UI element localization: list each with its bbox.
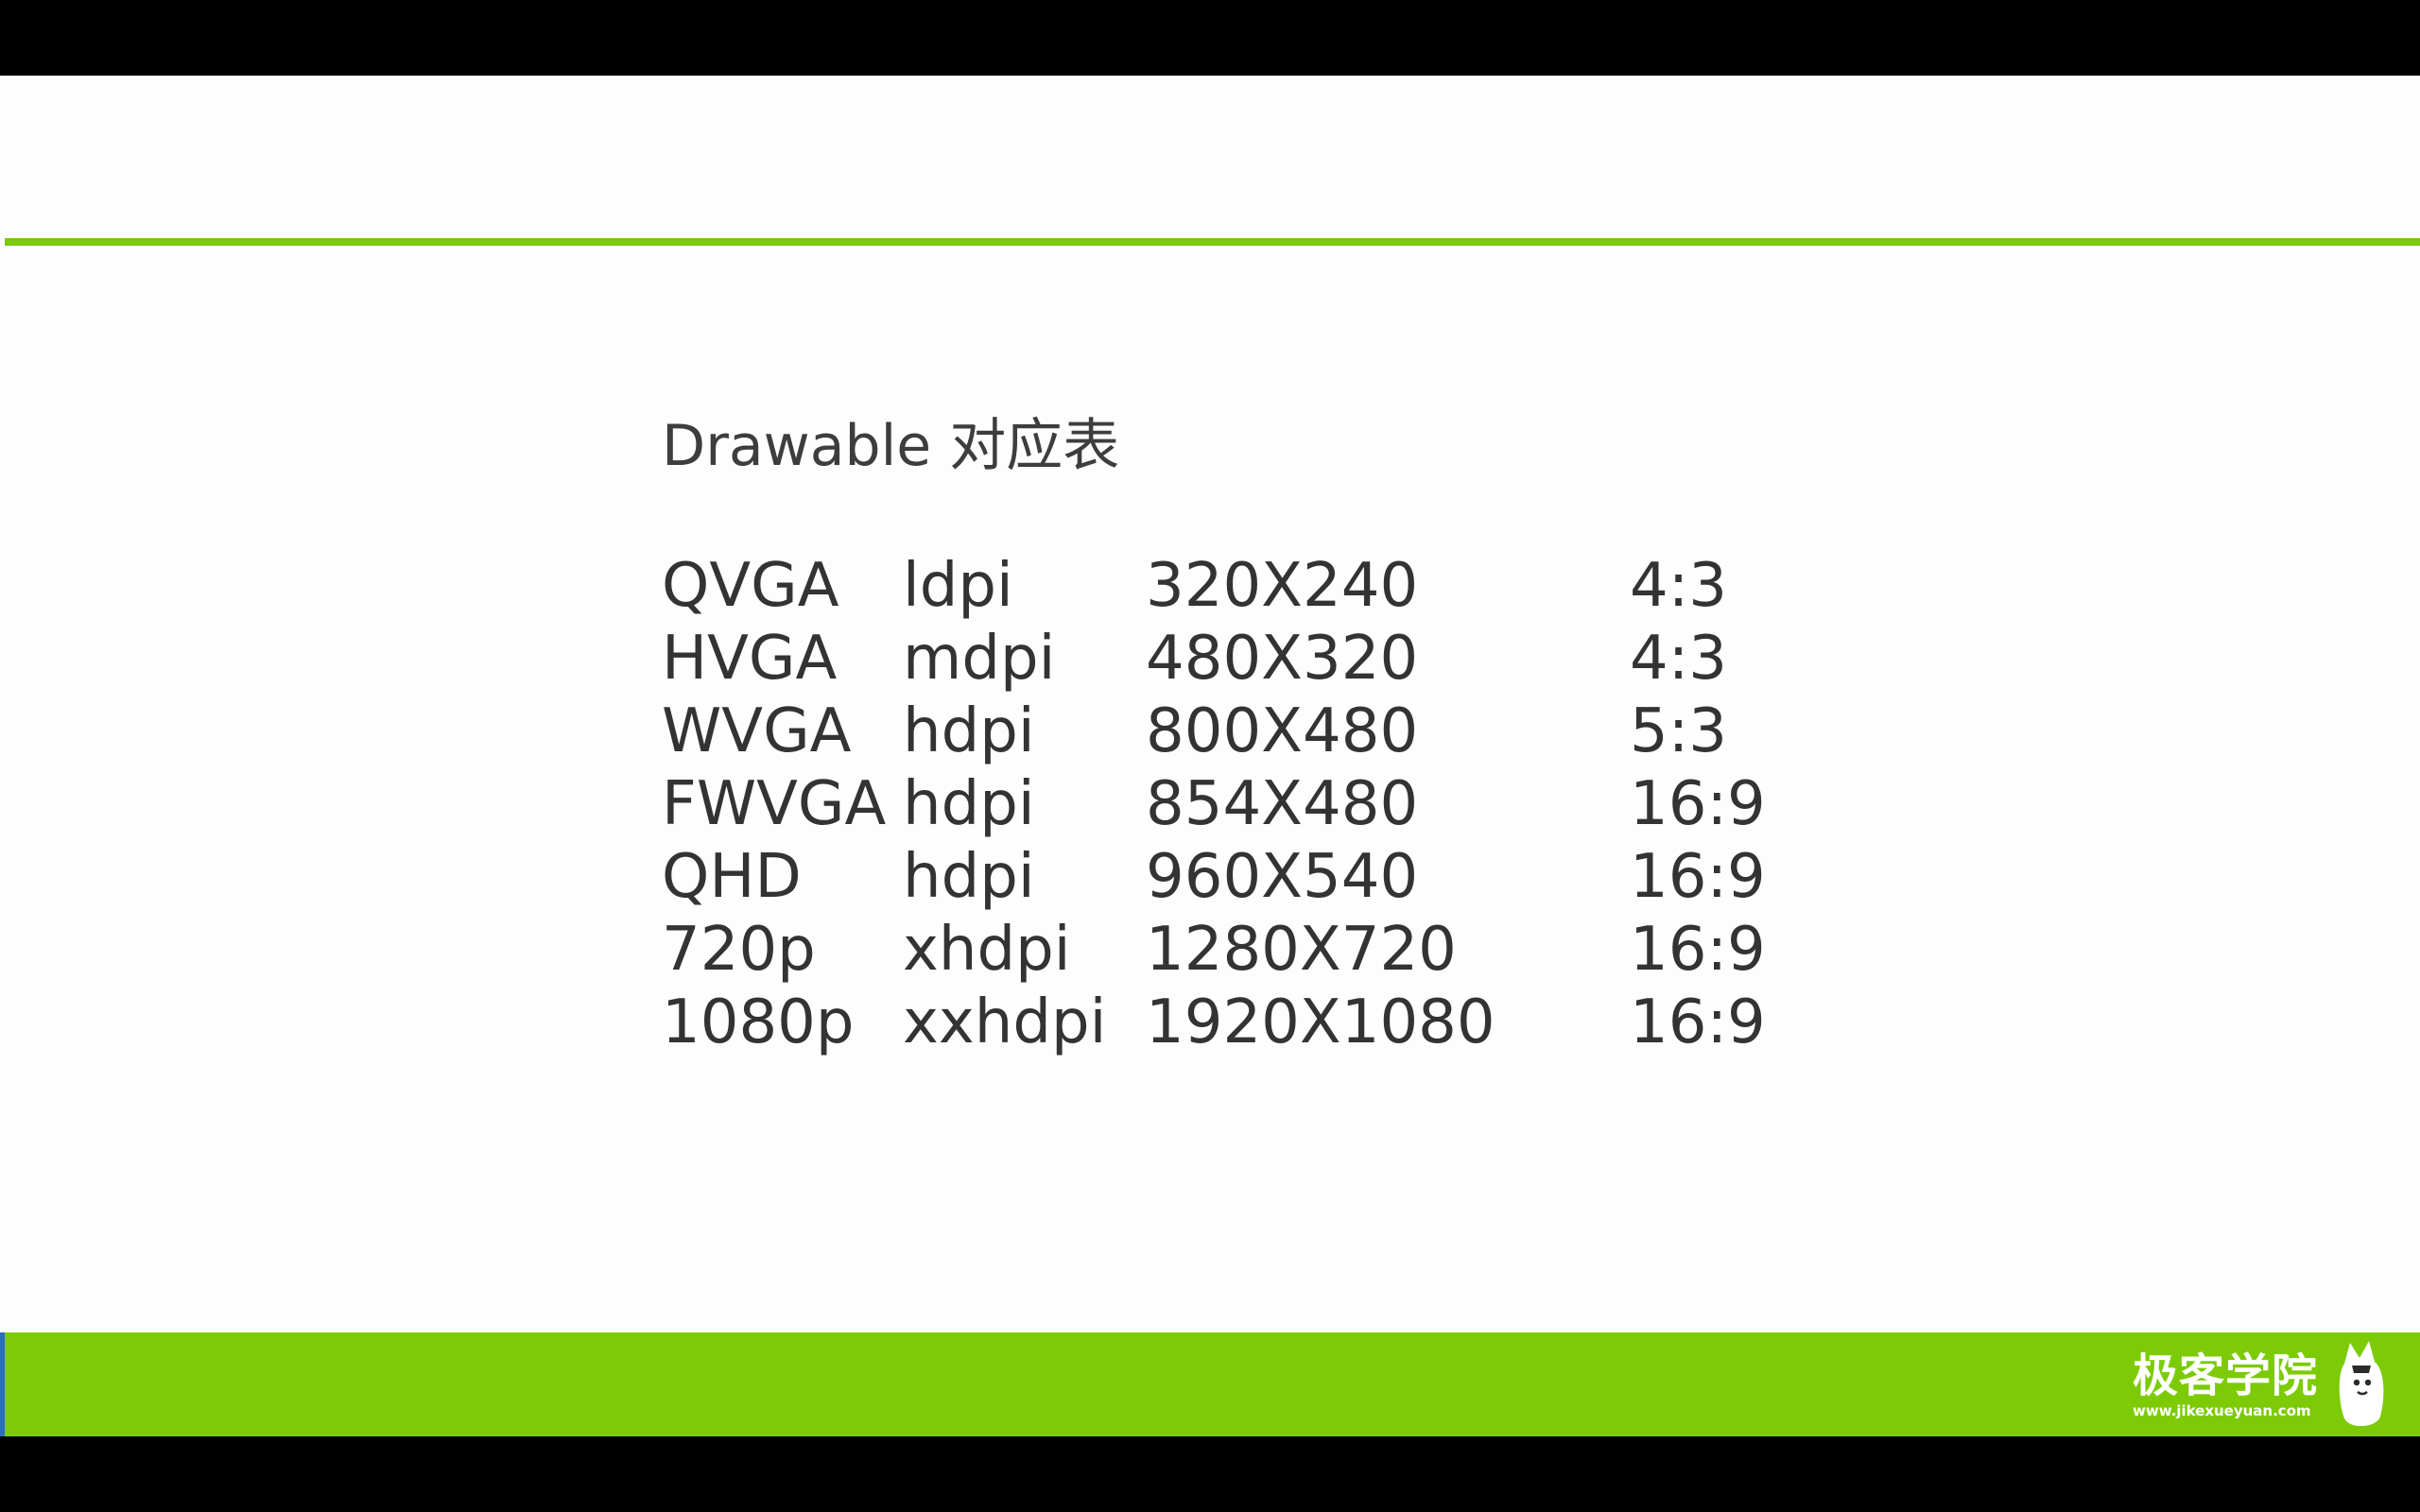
screen-name-cell: HVGA — [662, 624, 838, 694]
brand-url: www.jikexueyuan.com — [2132, 1402, 2311, 1419]
screen-name-cell: 1080p — [662, 988, 855, 1057]
table-row: QHD hdpi 960X540 16:9 — [662, 841, 1796, 914]
jikexueyuan-mascot-icon — [2339, 1341, 2384, 1427]
brand-logo: 极客学院 www.jikexueyuan.com — [2133, 1332, 2392, 1436]
table-row: FWVGA hdpi 854X480 16:9 — [662, 768, 1796, 841]
table-row: QVGA ldpi 320X240 4:3 — [662, 550, 1796, 623]
header-divider — [5, 238, 2420, 246]
footer-bar: 极客学院 www.jikexueyuan.com — [0, 1332, 2420, 1436]
resolution-cell: 960X540 — [1146, 842, 1419, 912]
drawable-table: QVGA ldpi 320X240 4:3 HVGA mdpi 480X320 … — [662, 550, 1796, 1059]
footer-edge-accent — [0, 1332, 5, 1436]
screen-name-cell: 720p — [662, 915, 816, 985]
resolution-cell: 320X240 — [1146, 551, 1419, 621]
aspect-ratio-cell: 5:3 — [1630, 696, 1727, 766]
brand-name: 极客学院 — [2132, 1349, 2318, 1402]
aspect-ratio-cell: 16:9 — [1630, 842, 1766, 912]
aspect-ratio-cell: 16:9 — [1630, 769, 1766, 839]
resolution-cell: 800X480 — [1146, 696, 1419, 766]
resolution-cell: 854X480 — [1146, 769, 1419, 839]
table-row: 1080p xxhdpi 1920X1080 16:9 — [662, 987, 1796, 1059]
table-row: WVGA hdpi 800X480 5:3 — [662, 696, 1796, 768]
brand-text: 极客学院 www.jikexueyuan.com — [2133, 1349, 2318, 1419]
dpi-cell: hdpi — [903, 696, 1035, 766]
presentation-slide: Drawable 对应表 QVGA ldpi 320X240 4:3 HVGA … — [0, 76, 2420, 1436]
dpi-cell: mdpi — [903, 624, 1056, 694]
aspect-ratio-cell: 16:9 — [1630, 988, 1766, 1057]
table-row: 720p xhdpi 1280X720 16:9 — [662, 914, 1796, 987]
resolution-cell: 480X320 — [1146, 624, 1419, 694]
screen-name-cell: FWVGA — [662, 769, 887, 839]
aspect-ratio-cell: 16:9 — [1630, 915, 1766, 985]
dpi-cell: hdpi — [903, 769, 1035, 839]
resolution-cell: 1920X1080 — [1146, 988, 1495, 1057]
video-frame: Drawable 对应表 QVGA ldpi 320X240 4:3 HVGA … — [0, 0, 2420, 1512]
screen-name-cell: QVGA — [662, 551, 839, 621]
aspect-ratio-cell: 4:3 — [1630, 551, 1727, 621]
slide-title: Drawable 对应表 — [662, 413, 1120, 479]
dpi-cell: xhdpi — [903, 915, 1071, 985]
dpi-cell: ldpi — [903, 551, 1013, 621]
table-row: HVGA mdpi 480X320 4:3 — [662, 623, 1796, 696]
resolution-cell: 1280X720 — [1146, 915, 1457, 985]
screen-name-cell: QHD — [662, 842, 802, 912]
dpi-cell: hdpi — [903, 842, 1035, 912]
screen-name-cell: WVGA — [662, 696, 852, 766]
dpi-cell: xxhdpi — [903, 988, 1107, 1057]
aspect-ratio-cell: 4:3 — [1630, 624, 1727, 694]
